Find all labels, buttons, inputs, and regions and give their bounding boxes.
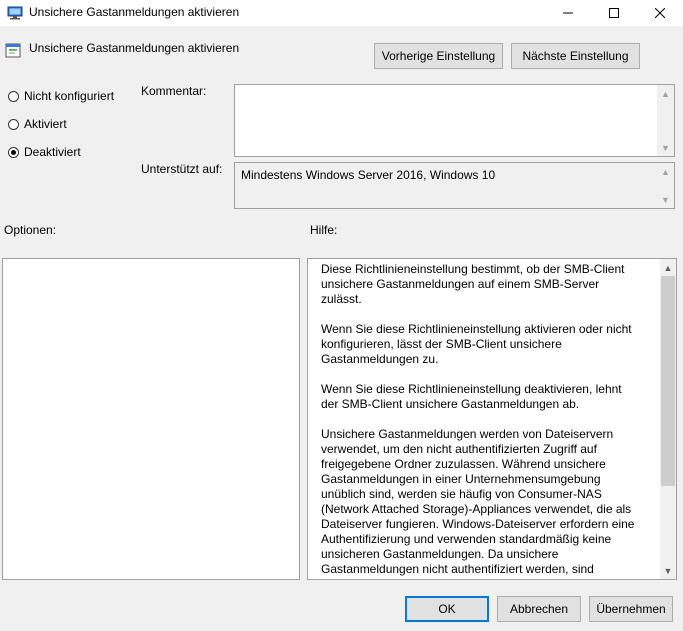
help-pane: Diese Richtlinieneinstellung bestimmt, o… [307,258,677,580]
supported-on-label: Unterstützt auf: [141,162,223,176]
options-label: Optionen: [4,223,57,237]
scroll-up-icon[interactable]: ▲ [657,163,674,180]
scroll-up-icon[interactable]: ▲ [660,259,676,276]
scroll-down-icon[interactable]: ▼ [657,139,674,156]
help-scrollbar-thumb[interactable] [661,276,675,486]
radio-not-configured[interactable]: Nicht konfiguriert [8,88,114,104]
radio-not-configured-circle[interactable] [8,90,19,102]
comment-scrollbar[interactable]: ▲ ▼ [657,85,674,156]
close-icon [655,8,665,18]
radio-not-configured-label: Nicht konfiguriert [24,89,115,103]
help-label: Hilfe: [310,223,338,237]
window-title: Unsichere Gastanmeldungen aktivieren [29,5,240,19]
radio-disabled-circle[interactable] [8,146,19,158]
scroll-down-icon[interactable]: ▼ [660,562,676,579]
help-paragraph: Wenn Sie diese Richtlinieneinstellung de… [321,382,622,411]
radio-disabled-label: Deaktiviert [24,145,81,159]
supported-on-value: Mindestens Windows Server 2016, Windows … [241,168,496,182]
scroll-down-icon[interactable]: ▼ [657,191,674,208]
maximize-button[interactable] [591,0,637,26]
help-paragraph: Unsichere Gastanmeldungen werden von Dat… [321,427,635,579]
cancel-button[interactable]: Abbrechen [497,596,581,622]
close-button[interactable] [637,0,683,26]
apply-button[interactable]: Übernehmen [589,596,673,622]
policy-title: Unsichere Gastanmeldungen aktivieren [29,41,240,55]
minimize-button[interactable] [545,0,591,26]
radio-disabled[interactable]: Deaktiviert [8,144,81,160]
maximize-icon [609,8,619,18]
help-paragraph: Diese Richtlinieneinstellung bestimmt, o… [321,262,625,306]
previous-setting-button[interactable]: Vorherige Einstellung [374,43,503,69]
policy-setting-icon [5,43,21,58]
options-pane [2,258,300,580]
minimize-icon [563,12,573,14]
help-text: Diese Richtlinieneinstellung bestimmt, o… [321,262,636,579]
supported-scrollbar[interactable]: ▲ ▼ [657,163,674,208]
comment-textarea[interactable]: ▲ ▼ [234,84,675,157]
radio-enabled[interactable]: Aktiviert [8,116,67,132]
radio-enabled-circle[interactable] [8,118,19,130]
next-setting-button[interactable]: Nächste Einstellung [511,43,640,69]
scroll-up-icon[interactable]: ▲ [657,85,674,102]
supported-on-field: Mindestens Windows Server 2016, Windows … [234,162,675,209]
ok-button[interactable]: OK [405,596,489,622]
comment-label: Kommentar: [141,84,207,98]
help-paragraph: Wenn Sie diese Richtlinieneinstellung ak… [321,322,632,366]
radio-enabled-label: Aktiviert [24,117,67,131]
policy-editor-app-icon [7,6,23,20]
help-scrollbar[interactable]: ▲ ▼ [660,259,676,579]
